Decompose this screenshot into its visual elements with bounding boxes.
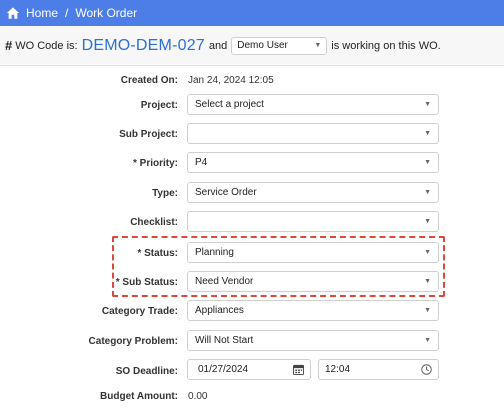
status-label: * Status: [137, 248, 178, 259]
type-label: Type: [152, 188, 178, 199]
created-on-label: Created On: [120, 75, 178, 86]
chevron-down-icon: ▼ [424, 189, 431, 196]
wo-code-prefix: WO Code is: [15, 39, 78, 52]
checklist-select[interactable]: ▼ [187, 211, 439, 232]
budget-amount-value: 0.00 [188, 391, 208, 402]
wo-code-value: DEMO-DEM-027 [81, 36, 205, 54]
category-trade-select[interactable]: Appliances ▼ [187, 300, 439, 321]
category-problem-select[interactable]: Will Not Start ▼ [187, 330, 439, 351]
so-deadline-time-input[interactable]: 12:04 [318, 359, 439, 380]
so-deadline-label: SO Deadline: [115, 366, 178, 377]
clock-icon[interactable] [421, 364, 432, 375]
breadcrumb-separator: / [65, 6, 69, 20]
project-label: Project: [140, 100, 178, 111]
breadcrumb-home[interactable]: Home [26, 6, 58, 20]
priority-select-value: P4 [195, 157, 208, 168]
type-select[interactable]: Service Order ▼ [187, 182, 439, 203]
chevron-down-icon: ▼ [424, 101, 431, 108]
chevron-down-icon: ▼ [424, 159, 431, 166]
sub-project-label: Sub Project: [119, 129, 178, 140]
checklist-label: Checklist: [130, 217, 178, 228]
category-problem-select-value: Will Not Start [195, 335, 254, 346]
hash-icon: # [5, 38, 13, 53]
chevron-down-icon: ▼ [424, 307, 431, 314]
user-select[interactable]: Demo User ▼ [231, 36, 328, 55]
project-select-value: Select a project [195, 99, 264, 110]
user-select-value: Demo User [237, 40, 288, 51]
priority-label: * Priority: [132, 158, 178, 169]
category-trade-label: Category Trade: [101, 306, 178, 317]
chevron-down-icon: ▼ [424, 337, 431, 344]
wo-code-bar: # WO Code is: DEMO-DEM-027 and Demo User… [0, 26, 504, 66]
chevron-down-icon: ▼ [424, 278, 431, 285]
chevron-down-icon: ▼ [424, 130, 431, 137]
wo-and-text: and [208, 39, 228, 52]
category-trade-select-value: Appliances [195, 305, 244, 316]
sub-status-label: * Sub Status: [115, 277, 178, 288]
status-select[interactable]: Planning ▼ [187, 242, 439, 263]
status-select-value: Planning [195, 247, 234, 258]
home-icon[interactable] [6, 6, 20, 20]
priority-select[interactable]: P4 ▼ [187, 152, 439, 173]
created-on-value: Jan 24, 2024 12:05 [188, 75, 274, 86]
breadcrumb-current: Work Order [75, 6, 138, 20]
chevron-down-icon: ▼ [424, 218, 431, 225]
sub-status-select[interactable]: Need Vendor ▼ [187, 271, 439, 292]
type-select-value: Service Order [195, 187, 257, 198]
sub-status-select-value: Need Vendor [195, 276, 254, 287]
chevron-down-icon: ▼ [314, 42, 322, 49]
calendar-icon[interactable] [293, 364, 304, 375]
category-problem-label: Category Problem: [88, 336, 178, 347]
chevron-down-icon: ▼ [424, 249, 431, 256]
so-deadline-time-value: 12:04 [325, 364, 351, 375]
sub-project-select[interactable]: ▼ [187, 123, 439, 144]
top-nav-bar: Home / Work Order [0, 0, 504, 26]
so-deadline-date-value: 01/27/2024 [198, 364, 249, 375]
budget-amount-label: Budget Amount: [100, 391, 178, 402]
project-select[interactable]: Select a project ▼ [187, 94, 439, 115]
wo-suffix-text: is working on this WO. [331, 39, 441, 52]
so-deadline-date-input[interactable]: 01/27/2024 [187, 359, 311, 380]
